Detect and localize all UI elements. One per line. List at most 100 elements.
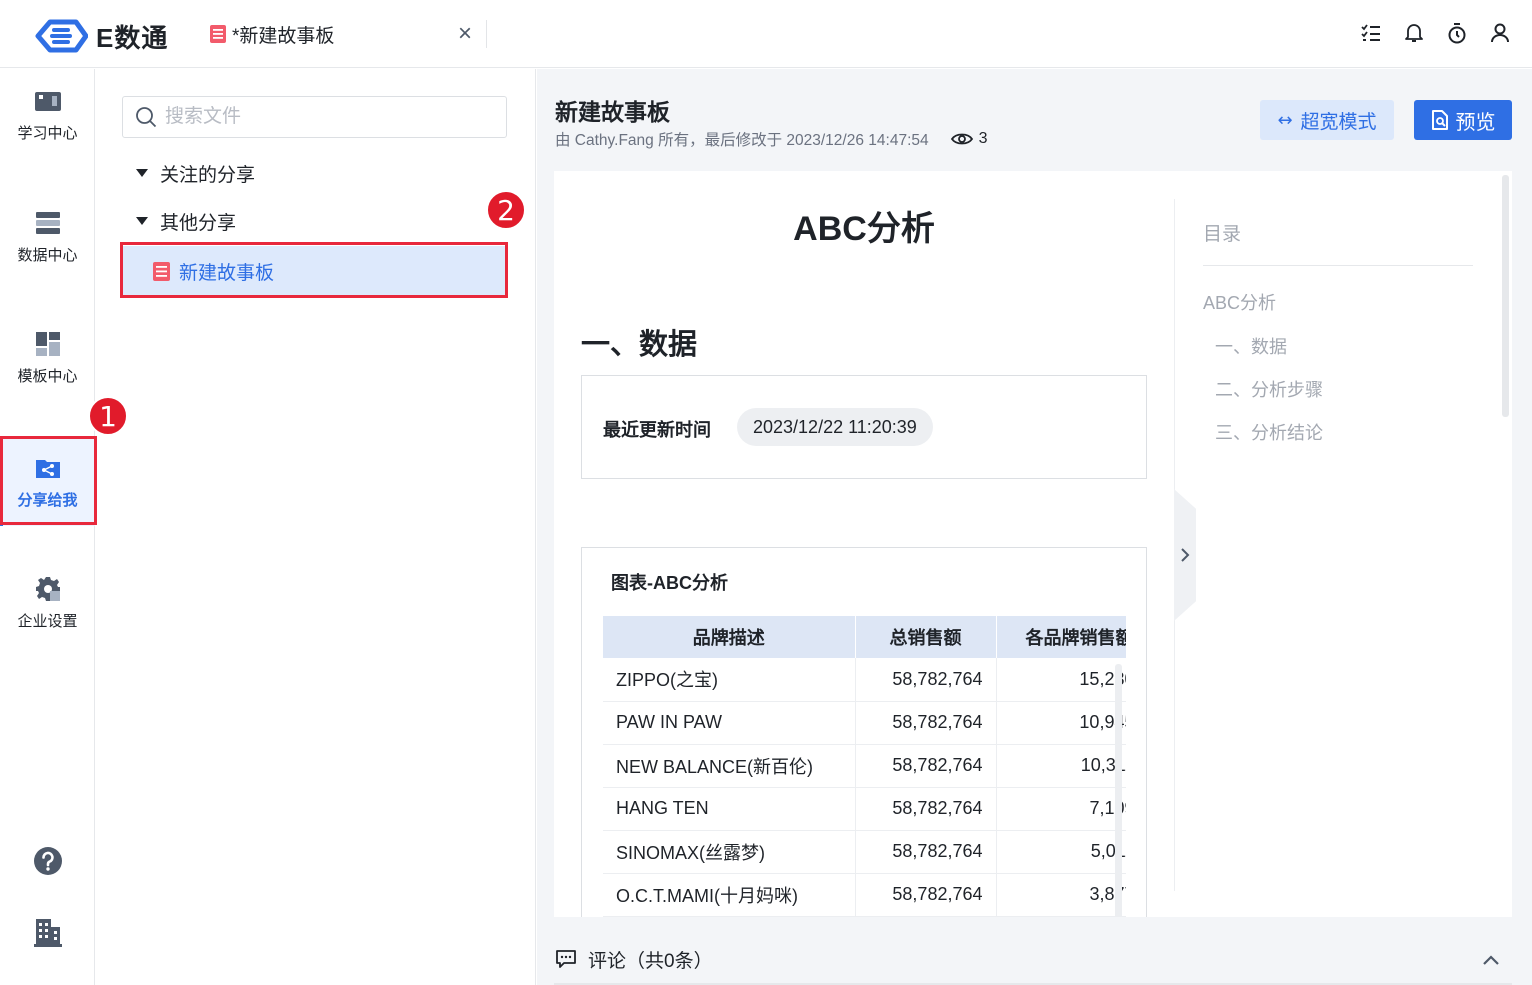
document-meta: 由 Cathy.Fang 所有，最后修改于 2023/12/26 14:47:5… [555, 128, 988, 150]
table-cell: NEW BALANCE(新百伦) [603, 744, 856, 788]
document-title: 新建故事板 [555, 99, 670, 125]
table-of-contents: 目录 ABC分析 一、数据 二、分析步骤 三、分析结论 [1174, 199, 1474, 891]
table-cell: 10,311,9 [996, 744, 1126, 788]
comments-bar[interactable]: 评论（共0条） [554, 935, 1512, 985]
rail-item-learning[interactable]: 学习中心 [0, 69, 95, 159]
table-row: SINOMAX(丝露梦) 58,782,764 5,011,6 [603, 830, 1126, 874]
bell-icon[interactable] [1402, 20, 1426, 46]
toc-title: 目录 [1203, 224, 1242, 245]
eye-icon [950, 133, 973, 145]
story-canvas: ABC分析 一、数据 最近更新时间 2023/12/22 11:20:39 图表… [554, 171, 1512, 917]
toc-item-abc[interactable]: ABC分析 [1203, 289, 1276, 315]
table-cell: HANG TEN [603, 787, 856, 831]
preview-button[interactable]: 预览 [1414, 100, 1512, 140]
table-viewport: 品牌描述 总销售额 各品牌销售额 ZIPPO(之宝) 58,782,764 15… [603, 616, 1126, 917]
section-heading: 一、数据 [581, 329, 698, 361]
table-card[interactable]: 图表-ABC分析 品牌描述 总销售额 各品牌销售额 ZIPPO(之宝) 58,7… [581, 547, 1147, 917]
tab-story-board[interactable]: *新建故事板 × [196, 12, 487, 56]
table-header-row: 品牌描述 总销售额 各品牌销售额 [603, 616, 1126, 658]
tree-item-story-board[interactable]: 新建故事板 [123, 246, 506, 296]
app-logo[interactable]: E数通 [30, 16, 168, 56]
tree-group-followed[interactable]: 关注的分享 [136, 158, 255, 188]
rail-active-indicator [0, 436, 3, 526]
document-icon [210, 25, 226, 43]
toc-item-conclusion[interactable]: 三、分析结论 [1215, 419, 1323, 445]
user-icon[interactable] [1488, 20, 1512, 46]
top-bar: E数通 *新建故事板 × [0, 0, 1532, 68]
rail-item-shared[interactable]: 分享给我 [0, 436, 95, 526]
table-cell: 58,782,764 [855, 830, 997, 874]
tab-divider [486, 20, 487, 48]
step-badge-1: 1 [88, 396, 128, 436]
timer-icon[interactable] [1445, 20, 1469, 46]
view-count: 3 [978, 130, 988, 147]
rail-item-settings[interactable]: 企业设置 [0, 557, 95, 647]
main-area: 新建故事板 由 Cathy.Fang 所有，最后修改于 2023/12/26 1… [537, 69, 1532, 985]
chevron-up-icon[interactable] [1480, 949, 1502, 971]
comments-label: 评论（共0条） [588, 950, 713, 972]
table-row: ZIPPO(之宝) 58,782,764 15,230,1 [603, 658, 1126, 702]
wide-mode-label: 超宽模式 [1300, 111, 1377, 133]
update-time-value: 2023/12/22 11:20:39 [737, 408, 933, 446]
brand-name: E数通 [96, 22, 169, 53]
tab-close-icon[interactable]: × [452, 20, 478, 47]
book-icon [33, 86, 63, 116]
table-row: NEW BALANCE(新百伦) 58,782,764 10,311,9 [603, 744, 1126, 788]
help-icon[interactable] [32, 845, 64, 877]
update-time-label: 最近更新时间 [603, 420, 711, 440]
table-cell: PAW IN PAW [603, 701, 856, 745]
step-badge-2: 2 [486, 190, 526, 230]
organization-icon[interactable] [34, 917, 62, 947]
search-input[interactable] [165, 106, 485, 128]
table-cell: 58,782,764 [855, 658, 997, 702]
rail-item-label: 学习中心 [17, 124, 78, 142]
rail-item-label: 分享给我 [17, 491, 78, 509]
column-header[interactable]: 品牌描述 [603, 616, 856, 658]
table-cell: 58,782,764 [855, 787, 997, 831]
abc-table: 品牌描述 总销售额 各品牌销售额 ZIPPO(之宝) 58,782,764 15… [603, 616, 1126, 917]
settings-gear-icon [33, 574, 63, 604]
document-icon [153, 261, 170, 281]
rail-item-data[interactable]: 数据中心 [0, 191, 95, 281]
search-box[interactable] [122, 96, 507, 138]
table-cell: 10,945,8 [996, 701, 1126, 745]
toc-item-steps[interactable]: 二、分析步骤 [1215, 376, 1323, 402]
database-icon [33, 208, 63, 238]
logo-mark-icon [35, 19, 88, 53]
file-panel: 关注的分享 其他分享 新建故事板 [96, 69, 627, 985]
search-icon [136, 107, 157, 128]
tree-group-label: 其他分享 [160, 212, 237, 234]
update-time-card[interactable]: 最近更新时间 2023/12/22 11:20:39 [581, 375, 1147, 479]
table-scrollbar[interactable] [1115, 664, 1122, 917]
column-header[interactable]: 总销售额 [855, 616, 997, 658]
wide-mode-button[interactable]: ↔ 超宽模式 [1260, 100, 1394, 140]
template-icon [33, 329, 63, 359]
comment-icon [556, 950, 576, 968]
preview-icon [1431, 110, 1448, 130]
table-cell: 58,782,764 [855, 701, 997, 745]
table-cell: 15,230,1 [996, 658, 1126, 702]
table-cell: 3,877,8 [996, 873, 1126, 917]
rail-item-label: 模板中心 [17, 367, 78, 385]
rail-item-templates[interactable]: 模板中心 [0, 312, 95, 402]
column-header[interactable]: 各品牌销售额 [996, 616, 1126, 658]
share-folder-icon [33, 453, 63, 483]
toc-divider [1203, 265, 1473, 266]
tree-group-label: 关注的分享 [160, 164, 256, 186]
table-row: HANG TEN 58,782,764 7,109,2 [603, 787, 1126, 831]
toc-item-data[interactable]: 一、数据 [1215, 333, 1287, 359]
toc-collapse-toggle[interactable] [1174, 489, 1196, 621]
task-list-icon[interactable] [1359, 20, 1383, 46]
table-cell: SINOMAX(丝露梦) [603, 830, 856, 874]
tree-group-other[interactable]: 其他分享 [136, 206, 236, 236]
caret-down-icon [136, 217, 148, 225]
tab-label: *新建故事板 [232, 25, 335, 47]
table-cell: O.C.T.MAMI(十月妈咪) [603, 873, 856, 917]
table-cell: ZIPPO(之宝) [603, 658, 856, 702]
canvas-scrollbar[interactable] [1502, 175, 1509, 417]
owner-modified-text: 由 Cathy.Fang 所有，最后修改于 2023/12/26 14:47:5… [555, 132, 929, 149]
expand-arrows-icon: ↔ [1277, 109, 1293, 131]
table-cell: 7,109,2 [996, 787, 1126, 831]
chevron-right-icon [1181, 548, 1190, 562]
table-cell: 58,782,764 [855, 873, 997, 917]
